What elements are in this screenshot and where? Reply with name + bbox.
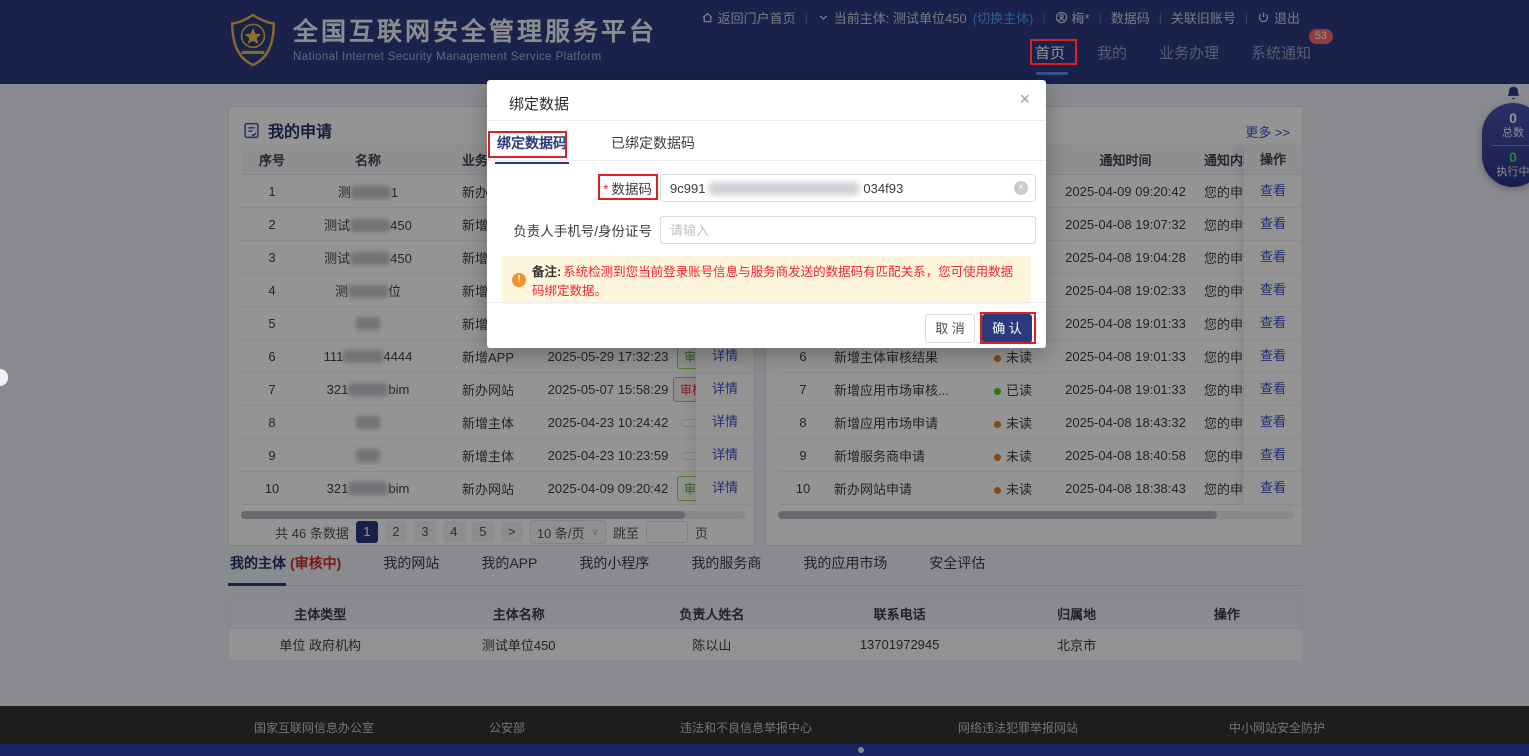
modal-title: 绑定数据 xyxy=(509,93,569,114)
warning-icon: ! xyxy=(512,273,526,287)
contact-label: 负责人手机号/身份证号 xyxy=(487,220,652,240)
annotation-box-confirm-btn xyxy=(980,312,1036,344)
modal-footer-divider xyxy=(487,302,1046,303)
bind-data-modal: 绑定数据 × 绑定数据码已绑定数据码 *数据码 9c991 034f93 × 负… xyxy=(487,80,1046,348)
annotation-box-home-nav xyxy=(1030,39,1077,65)
data-code-value-suffix: 034f93 xyxy=(863,181,903,196)
contact-input-wrap xyxy=(660,216,1036,244)
modal-note-text: 备注:系统检测到您当前登录账号信息与服务商发送的数据码有匹配关系，您可使用数据码… xyxy=(532,261,1021,299)
annotation-box-bind-tab xyxy=(488,131,567,158)
data-code-field-row: *数据码 9c991 034f93 × xyxy=(487,174,1036,202)
close-icon[interactable]: × xyxy=(1019,89,1030,110)
data-code-value-prefix: 9c991 xyxy=(670,181,705,196)
annotation-box-code-label xyxy=(598,174,658,200)
modal-note-banner: ! 备注:系统检测到您当前登录账号信息与服务商发送的数据码有匹配关系，您可使用数… xyxy=(502,256,1031,304)
cancel-button[interactable]: 取 消 xyxy=(925,314,975,343)
modal-tabs-divider xyxy=(487,160,1046,161)
clear-input-icon[interactable]: × xyxy=(1014,181,1028,195)
data-code-redacted-blob xyxy=(709,182,859,195)
modal-tab-已绑定数据码[interactable]: 已绑定数据码 xyxy=(609,133,697,163)
modal-header-divider xyxy=(487,120,1046,121)
data-code-input[interactable]: 9c991 034f93 × xyxy=(660,174,1036,202)
note-label: 备注: xyxy=(532,265,561,279)
contact-input[interactable] xyxy=(670,223,1009,238)
contact-field-row: 负责人手机号/身份证号 xyxy=(487,216,1036,244)
